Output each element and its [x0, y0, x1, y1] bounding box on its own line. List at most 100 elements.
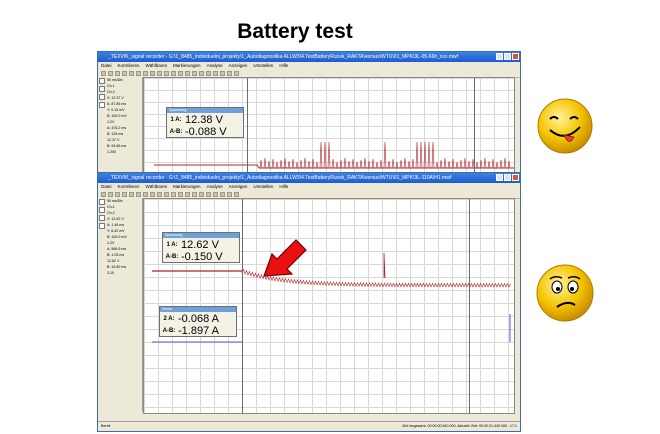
tool-icon[interactable] [227, 70, 232, 76]
close-button[interactable] [512, 53, 519, 60]
status-left: Bereit [101, 424, 111, 428]
tool-icon[interactable] [122, 191, 127, 197]
cursor-a[interactable] [242, 199, 243, 413]
cursor-b[interactable] [474, 78, 475, 175]
tool-icon[interactable] [171, 70, 176, 76]
channel-button[interactable] [99, 102, 105, 108]
channel-button[interactable] [99, 78, 105, 84]
cursor-b[interactable] [469, 199, 470, 413]
tool-icon[interactable] [129, 191, 134, 197]
tool-icon[interactable] [206, 70, 211, 76]
minimize-button[interactable] [496, 174, 503, 181]
channel-button[interactable] [99, 215, 105, 221]
ripple-spike [379, 159, 383, 169]
ripple-spike [319, 141, 323, 169]
tool-icon[interactable] [150, 70, 155, 76]
voltage-measurement-box[interactable]: Spannung 1 A: 12.38 V A-B: -0.088 V [166, 107, 244, 138]
menu-item[interactable]: Anzeigen [229, 183, 248, 190]
menu-item[interactable]: Umstellen [253, 62, 273, 69]
ripple-spike [439, 159, 443, 169]
tool-icon[interactable] [220, 191, 225, 197]
signal-recorder-window-bottom: _TEXVIK_signal recorder - G:\1_8485_indi… [97, 172, 521, 432]
tool-icon[interactable] [178, 70, 183, 76]
tool-icon[interactable] [164, 191, 169, 197]
tool-icon[interactable] [143, 191, 148, 197]
menu-item[interactable]: Anzeigen [229, 62, 248, 69]
channel-button[interactable] [99, 199, 105, 205]
menu-item[interactable]: Hilfe [279, 183, 288, 190]
tool-icon[interactable] [206, 191, 211, 197]
tool-icon[interactable] [234, 191, 239, 197]
menu-item[interactable]: Datei [101, 183, 112, 190]
channel-button[interactable] [99, 207, 105, 213]
ripple-spike [451, 158, 455, 169]
tool-icon[interactable] [108, 191, 113, 197]
menu-item[interactable]: Markierungen [173, 183, 201, 190]
current-value: -0.068 A [178, 312, 219, 325]
tool-icon[interactable] [234, 70, 239, 76]
ripple-spike [487, 160, 491, 169]
menu-item[interactable]: Korrelieren [118, 183, 140, 190]
tool-icon[interactable] [101, 70, 106, 76]
tool-icon[interactable] [185, 191, 190, 197]
maximize-button[interactable] [504, 53, 511, 60]
ripple-spike [323, 141, 327, 169]
ripple-spike [387, 160, 391, 169]
tool-icon[interactable] [178, 191, 183, 197]
minimize-button[interactable] [496, 53, 503, 60]
window-titlebar[interactable]: _TEXVIK_signal recorder - G:\1_8485_indi… [98, 173, 520, 183]
tool-icon[interactable] [143, 70, 148, 76]
tool-icon[interactable] [213, 191, 218, 197]
close-button[interactable] [512, 174, 519, 181]
tool-icon[interactable] [171, 191, 176, 197]
channel-sidebar: 50 ms/Div Ch-1 Ch-2 X: 12.62 V A: 1.46 m… [98, 198, 143, 412]
ripple-spike [295, 161, 299, 169]
menu-item[interactable]: Umstellen [253, 183, 273, 190]
menu-item[interactable]: Datei [101, 62, 112, 69]
tool-icon[interactable] [157, 191, 162, 197]
tool-icon[interactable] [136, 70, 141, 76]
tool-icon[interactable] [108, 70, 113, 76]
tool-icon[interactable] [122, 70, 127, 76]
current-measurement-box[interactable]: Strom 2 A: -0.068 A A-B: -1.897 A [159, 306, 237, 337]
menu-item[interactable]: Markierungen [173, 62, 201, 69]
ripple-spike [467, 160, 471, 169]
cursor-a[interactable] [247, 78, 248, 175]
tool-icon[interactable] [129, 70, 134, 76]
tool-icon[interactable] [213, 70, 218, 76]
menu-item[interactable]: Korrelieren [118, 62, 140, 69]
menu-item[interactable]: Analyse [207, 62, 223, 69]
ripple-spike [347, 160, 351, 169]
ripple-spike [447, 160, 451, 169]
maximize-button[interactable] [504, 174, 511, 181]
tool-icon[interactable] [199, 70, 204, 76]
menu-item[interactable]: Analyse [207, 183, 223, 190]
ripple-spike [259, 159, 263, 169]
tool-icon[interactable] [164, 70, 169, 76]
tool-icon[interactable] [199, 191, 204, 197]
ripple-spike [331, 158, 335, 169]
voltage-measurement-box[interactable]: Spannung 1 A: 12.62 V A-B: -0.150 V [162, 232, 240, 263]
tool-icon[interactable] [136, 191, 141, 197]
ripple-spike [395, 161, 399, 169]
menu-item[interactable]: Hilfe [279, 62, 288, 69]
tool-icon[interactable] [192, 191, 197, 197]
channel-button[interactable] [99, 86, 105, 92]
tool-icon[interactable] [185, 70, 190, 76]
tool-icon[interactable] [115, 191, 120, 197]
tool-icon[interactable] [157, 70, 162, 76]
window-titlebar[interactable]: _TEXVIK_signal recorder - G:\1_8485_indi… [98, 52, 520, 62]
menu-item[interactable]: Wählbares [146, 62, 168, 69]
channel-label: 1 A: [170, 116, 182, 123]
ripple-spike [491, 158, 495, 169]
tool-icon[interactable] [101, 191, 106, 197]
channel-button[interactable] [99, 223, 105, 229]
tool-icon[interactable] [192, 70, 197, 76]
tool-icon[interactable] [115, 70, 120, 76]
tool-icon[interactable] [150, 191, 155, 197]
menu-item[interactable]: Wählbares [146, 183, 168, 190]
tool-icon[interactable] [220, 70, 225, 76]
tool-icon[interactable] [227, 191, 232, 197]
sidebar-value: 1.200 [107, 150, 116, 154]
channel-button[interactable] [99, 94, 105, 100]
